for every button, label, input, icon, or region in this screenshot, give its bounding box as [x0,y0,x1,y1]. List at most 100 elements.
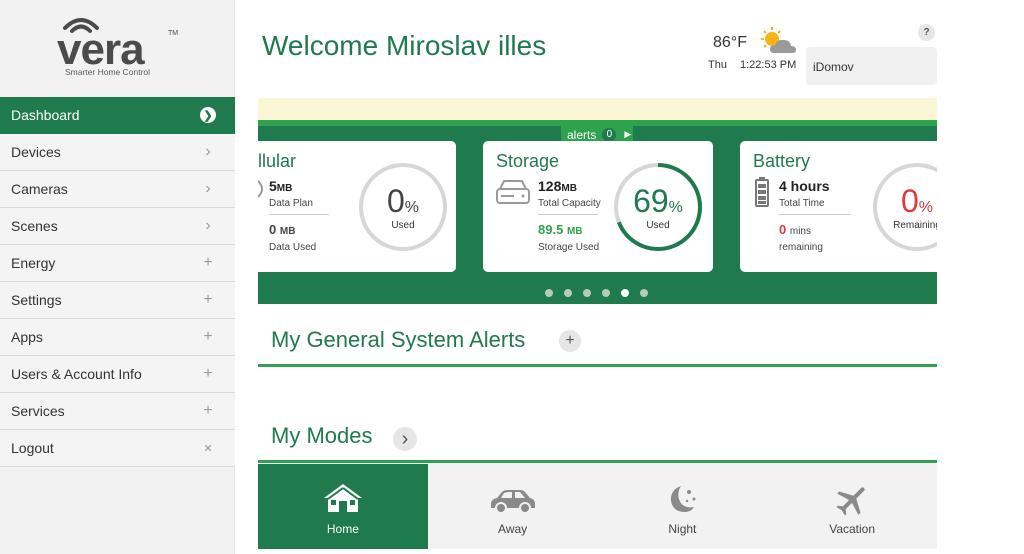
mode-label: Home [326,522,359,536]
ring-value: 0% [386,183,420,219]
divider [538,214,598,215]
carousel-dot[interactable] [640,289,648,297]
sidebar-item-users-account-info[interactable]: Users & Account Info + [0,356,235,393]
chevron-right-icon: › [205,143,211,160]
sidebar-item-label: Dashboard [11,107,80,123]
sidebar-item-settings[interactable]: Settings + [0,282,235,319]
data-plan-value: 5MB [269,178,293,194]
alerts-count-badge: 0 [602,127,617,142]
mode-label: Away [498,522,528,536]
ring-label: Used [391,220,415,231]
card-title: Storage [496,151,560,171]
sidebar-item-services[interactable]: Services + [0,393,235,430]
capacity-value: 128MB [538,178,577,194]
carousel-dot[interactable] [545,289,553,297]
total-time-label: Total Time [779,198,825,209]
carousel-dot[interactable] [583,289,591,297]
close-icon: ✕ [203,442,213,455]
sidebar-item-label: Users & Account Info [11,366,142,382]
logo-wordmark: vera [57,25,145,74]
mode-label: Vacation [829,522,876,536]
capacity-label: Total Capacity [538,198,601,209]
weather-widget: 86°F Thu 1:22:53 PM [700,27,800,76]
page-title: Welcome Miroslav illes [262,30,547,61]
vera-dashboard: vera TM Smarter Home Control Dashboard ❯… [0,0,1024,554]
data-plan-label: Data Plan [269,198,313,209]
house-icon [323,484,362,512]
sidebar-nav: Dashboard ❯ Devices › Cameras › Scenes ›… [0,97,235,467]
signal-icon [258,180,263,198]
sidebar-item-label: Devices [11,144,61,160]
battery-card[interactable]: Battery 4 hours Total Time 0 mins remain… [740,141,937,272]
help-button[interactable]: ? [918,24,935,41]
sidebar-item-apps[interactable]: Apps + [0,319,235,356]
add-alert-button[interactable]: + [559,330,581,352]
carousel-dot[interactable] [602,289,610,297]
carousel-dot[interactable] [621,289,629,297]
sidebar-item-dashboard[interactable]: Dashboard ❯ [0,97,235,134]
car-icon [490,490,535,514]
storage-used-label: Storage Used [538,242,600,253]
card-title: Cellular [258,151,297,171]
sidebar-item-energy[interactable]: Energy + [0,245,235,282]
sidebar-item-devices[interactable]: Devices › [0,134,235,171]
sidebar-item-cameras[interactable]: Cameras › [0,171,235,208]
storage-card[interactable]: Storage 128MB Total Capacity 89.5 MB Sto… [483,141,713,272]
mode-night[interactable]: Night [598,464,768,549]
data-used-label: Data Used [269,242,317,253]
modes-expand-button[interactable]: › [393,427,417,451]
plus-icon: + [203,254,213,271]
section-divider [258,460,937,463]
chevron-right-icon: › [205,217,211,234]
user-selector[interactable]: iDomov [806,47,937,85]
section-divider [258,364,937,367]
chevron-right-icon: ❯ [200,107,216,123]
sidebar-item-label: Energy [11,255,56,271]
carousel-pagination [545,289,648,297]
temperature: 86°F [713,34,747,51]
logo-tagline: Smarter Home Control [65,67,151,77]
alerts-label: alerts [567,127,597,142]
sidebar-item-label: Cameras [11,181,68,197]
plus-icon: + [203,291,213,308]
sidebar-item-logout[interactable]: Logout ✕ [0,430,235,467]
ring-value: 0% [900,183,934,219]
ring-label: Remaining [893,220,937,231]
data-used-value: 0 MB [269,222,296,237]
airplane-icon [836,487,865,516]
ring-value: 69% [633,183,683,219]
system-alerts-title: My General System Alerts [271,327,526,352]
sidebar-item-label: Settings [11,292,62,308]
sidebar: vera TM Smarter Home Control Dashboard ❯… [0,0,235,554]
battery-icon [755,177,769,207]
hard-drive-icon [496,180,530,204]
modes-title: My Modes [271,423,373,448]
mode-label: Night [668,522,697,536]
remaining-label: remaining [779,242,823,253]
storage-used-value: 89.5 MB [538,222,583,237]
sidebar-item-label: Services [11,403,65,419]
sidebar-item-label: Scenes [11,218,58,234]
chevron-right-icon: › [205,180,211,197]
modes-bar: Home Away Night Vacation [258,464,937,549]
mode-vacation[interactable]: Vacation [767,464,937,549]
play-icon: ▶ [624,129,632,139]
vera-logo[interactable]: vera TM Smarter Home Control [57,14,178,80]
moon-stars-icon [671,486,696,512]
alert-banner [258,98,937,120]
remaining-value: 0 mins [779,222,811,237]
ring-label: Used [646,220,670,231]
sidebar-item-label: Logout [11,440,54,456]
carousel-dot[interactable] [564,289,572,297]
divider [779,214,851,215]
plus-icon: + [203,365,213,382]
partly-cloudy-icon [761,27,796,53]
mode-home[interactable]: Home [258,464,428,549]
sidebar-item-scenes[interactable]: Scenes › [0,208,235,245]
sidebar-item-label: Apps [11,329,43,345]
plus-icon: + [203,402,213,419]
cellular-card[interactable]: Cellular 5MB Data Plan 0 MB Data Used 0%… [258,141,456,272]
mode-away[interactable]: Away [428,464,598,549]
total-time-value: 4 hours [779,178,830,194]
weather-time: 1:22:53 PM [740,59,797,71]
